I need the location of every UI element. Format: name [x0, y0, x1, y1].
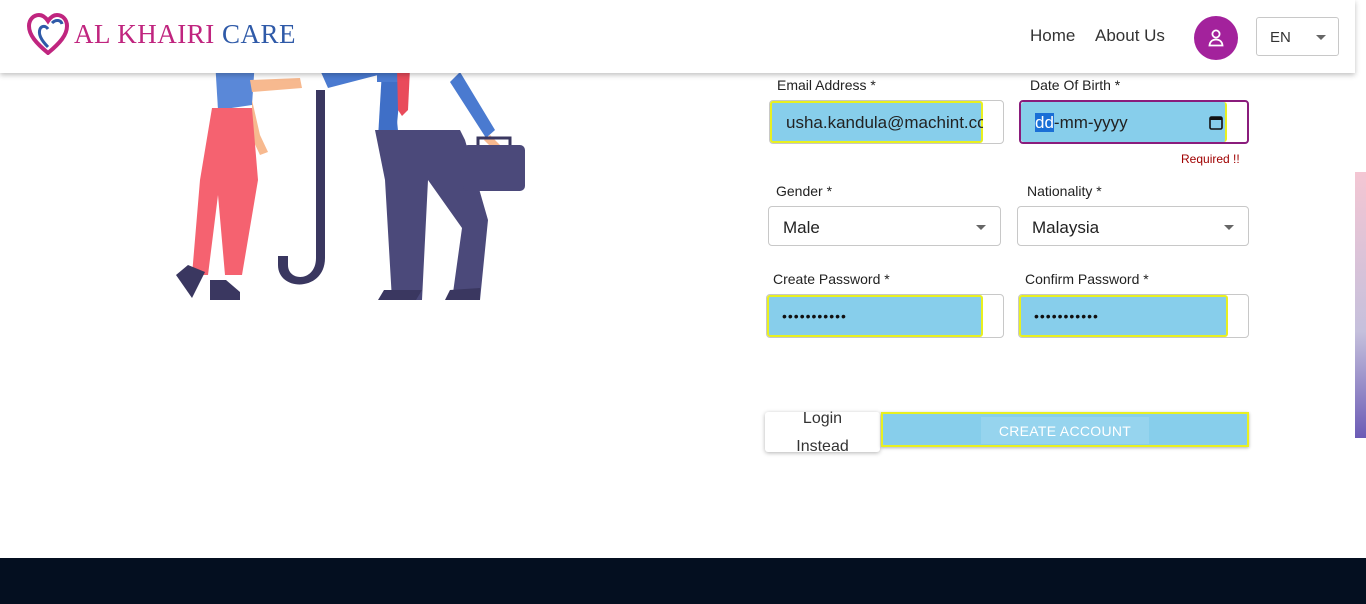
email-label: Email Address *: [777, 77, 876, 93]
password-label: Create Password *: [773, 271, 890, 287]
email-value: usha.kandula@machint.co: [786, 113, 983, 132]
confirm-password-value: •••••••••••: [1034, 308, 1099, 324]
language-value: EN: [1270, 29, 1291, 46]
chevron-down-icon: [976, 225, 986, 230]
email-field[interactable]: usha.kandula@machint.co: [769, 100, 1004, 144]
handshake-illustration: [176, 60, 525, 300]
dob-field[interactable]: dd-mm-yyyy: [1019, 100, 1249, 144]
password-value: •••••••••••: [782, 308, 847, 324]
nationality-label: Nationality *: [1027, 183, 1102, 199]
user-avatar-button[interactable]: [1194, 16, 1238, 60]
nationality-select[interactable]: Malaysia: [1017, 206, 1249, 246]
language-select[interactable]: EN: [1256, 17, 1339, 56]
app-header: AL KHAIRI CARE Home About Us EN: [0, 0, 1355, 73]
heart-hands-icon: [26, 13, 70, 55]
page-footer: [0, 558, 1366, 604]
dob-value: dd-mm-yyyy: [1035, 113, 1128, 132]
nav-home-link[interactable]: Home: [1030, 26, 1075, 46]
gender-label: Gender *: [776, 183, 833, 199]
password-field[interactable]: •••••••••••: [766, 294, 1004, 338]
scrollbar-thumb[interactable]: [1355, 172, 1366, 438]
confirm-password-field[interactable]: •••••••••••: [1018, 294, 1249, 338]
login-instead-label: Login Instead: [796, 410, 849, 455]
login-instead-button[interactable]: Login Instead: [765, 410, 880, 455]
dob-error-text: Required !!: [1181, 152, 1240, 166]
chevron-down-icon: [1316, 35, 1326, 40]
calendar-icon[interactable]: [1209, 115, 1223, 130]
user-icon: [1208, 29, 1224, 47]
create-account-button[interactable]: CREATE ACCOUNT: [881, 412, 1249, 447]
gender-select[interactable]: Male: [768, 206, 1001, 246]
brand-name: AL KHAIRI CARE: [74, 18, 296, 49]
nationality-value: Malaysia: [1032, 218, 1100, 237]
nav-about-link[interactable]: About Us: [1095, 26, 1165, 46]
gender-value: Male: [783, 218, 820, 237]
create-account-label: CREATE ACCOUNT: [998, 423, 1132, 439]
brand-logo[interactable]: AL KHAIRI CARE: [26, 13, 296, 55]
vertical-scrollbar[interactable]: [1355, 0, 1366, 558]
confirm-password-label: Confirm Password *: [1025, 271, 1149, 287]
chevron-down-icon: [1224, 225, 1234, 230]
dob-label: Date Of Birth *: [1030, 77, 1121, 93]
